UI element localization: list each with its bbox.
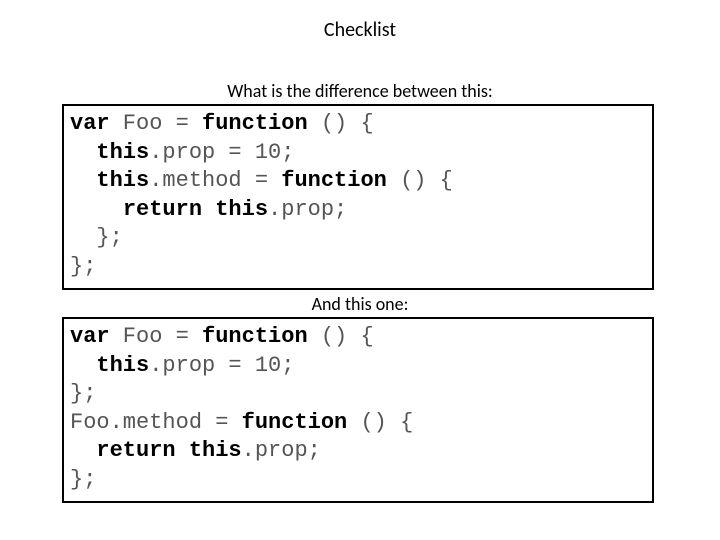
- code-text: () {: [308, 111, 374, 136]
- code-text: .prop = 10;: [149, 140, 294, 165]
- code-text: };: [70, 225, 123, 250]
- kw-function: function: [281, 168, 387, 193]
- kw-function: function: [202, 324, 308, 349]
- kw-this: this: [96, 140, 149, 165]
- code-block-2-content: var Foo = function () { this.prop = 10; …: [70, 323, 646, 495]
- code-text: .prop;: [268, 197, 347, 222]
- kw-var: var: [70, 324, 110, 349]
- kw-this: this: [96, 353, 149, 378]
- caption-second: And this one:: [0, 293, 720, 315]
- code-text: };: [70, 254, 96, 279]
- code-block-1: var Foo = function () { this.prop = 10; …: [62, 104, 654, 290]
- kw-function: function: [242, 410, 348, 435]
- kw-var: var: [70, 111, 110, 136]
- code-block-1-content: var Foo = function () { this.prop = 10; …: [70, 110, 646, 282]
- slide: Checklist What is the difference between…: [0, 0, 720, 540]
- kw-return-this: return this: [123, 197, 268, 222]
- caption-first: What is the difference between this:: [0, 80, 720, 102]
- page-title: Checklist: [0, 18, 720, 42]
- code-indent: [70, 168, 96, 193]
- code-indent: [70, 197, 123, 222]
- code-text: () {: [308, 324, 374, 349]
- code-text: Foo.method =: [70, 410, 242, 435]
- kw-return-this: return this: [96, 438, 241, 463]
- code-text: .prop;: [242, 438, 321, 463]
- code-indent: [70, 438, 96, 463]
- code-text: () {: [347, 410, 413, 435]
- code-block-2: var Foo = function () { this.prop = 10; …: [62, 317, 654, 503]
- code-indent: [70, 353, 96, 378]
- code-text: Foo =: [110, 324, 202, 349]
- code-indent: [70, 140, 96, 165]
- code-text: () {: [387, 168, 453, 193]
- kw-this: this: [96, 168, 149, 193]
- kw-function: function: [202, 111, 308, 136]
- code-text: };: [70, 467, 96, 492]
- code-text: Foo =: [110, 111, 202, 136]
- code-text: };: [70, 381, 96, 406]
- code-text: .prop = 10;: [149, 353, 294, 378]
- code-text: .method =: [149, 168, 281, 193]
